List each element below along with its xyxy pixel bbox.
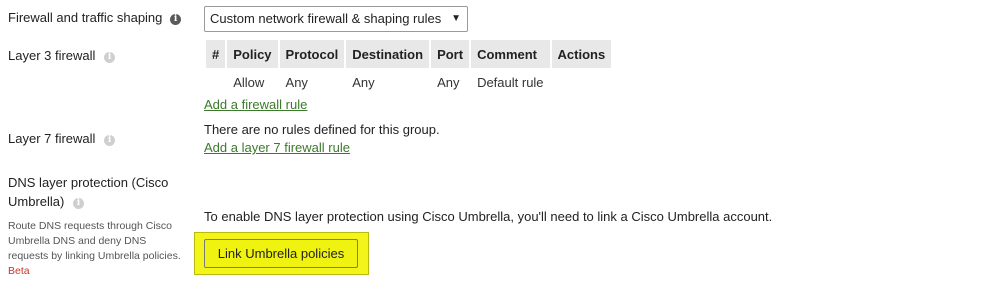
cell-number (206, 68, 225, 96)
cell-destination: Any (352, 74, 375, 90)
cell-policy: Allow (233, 74, 265, 90)
info-icon[interactable]: i (170, 14, 182, 25)
dns-label-line2: Umbrella) (8, 194, 65, 209)
column-header-destination: Destination (346, 40, 430, 68)
shaping-select-value: Custom network firewall & shaping rules (210, 11, 442, 26)
column-header-comment: Comment (471, 40, 550, 68)
shaping-label-row: Firewall and traffic shaping i (8, 10, 182, 25)
column-header-policy: Policy (227, 40, 278, 68)
dns-label-line1: DNS layer protection (Cisco (8, 175, 169, 190)
column-header-port: Port (431, 40, 470, 68)
info-icon[interactable]: i (72, 198, 84, 209)
layer7-label-row: Layer 7 firewall i (8, 131, 116, 146)
caret-down-icon: ▼ (451, 13, 461, 24)
dns-message: To enable DNS layer protection using Cis… (204, 209, 773, 224)
table-header-row: # Policy Protocol Destination Port Comme… (206, 40, 612, 68)
column-header-protocol: Protocol (279, 40, 345, 68)
layer3-label: Layer 3 firewall (8, 48, 96, 63)
beta-badge: Beta (8, 265, 30, 277)
dns-description-block: Route DNS requests through Cisco Umbrell… (8, 219, 188, 279)
table-row: Allow Any Any Any Default rule (206, 68, 611, 96)
column-header-actions: Actions (551, 40, 612, 68)
shaping-select[interactable]: Custom network firewall & shaping rules … (204, 6, 468, 32)
link-umbrella-policies-button[interactable]: Link Umbrella policies (204, 239, 358, 268)
dns-description: Route DNS requests through Cisco Umbrell… (8, 220, 181, 262)
cell-port: Any (437, 74, 460, 90)
dns-label-line2-row: Umbrella) i (8, 192, 193, 211)
layer7-empty-text: There are no rules defined for this grou… (204, 122, 440, 137)
column-header-number: # (206, 40, 226, 68)
cell-actions (552, 68, 612, 96)
add-firewall-rule-link[interactable]: Add a firewall rule (204, 97, 307, 112)
layer3-label-row: Layer 3 firewall i (8, 48, 116, 63)
cell-protocol: Any (285, 74, 308, 90)
info-icon[interactable]: i (104, 135, 116, 146)
layer7-label: Layer 7 firewall (8, 131, 96, 146)
add-layer7-rule-link[interactable]: Add a layer 7 firewall rule (204, 140, 350, 155)
shaping-label: Firewall and traffic shaping (8, 10, 163, 25)
info-icon[interactable]: i (104, 52, 116, 63)
dns-label-block: DNS layer protection (Cisco Umbrella) i (8, 173, 193, 211)
layer3-rules-table: # Policy Protocol Destination Port Comme… (204, 40, 613, 96)
cell-comment: Default rule (477, 74, 544, 90)
